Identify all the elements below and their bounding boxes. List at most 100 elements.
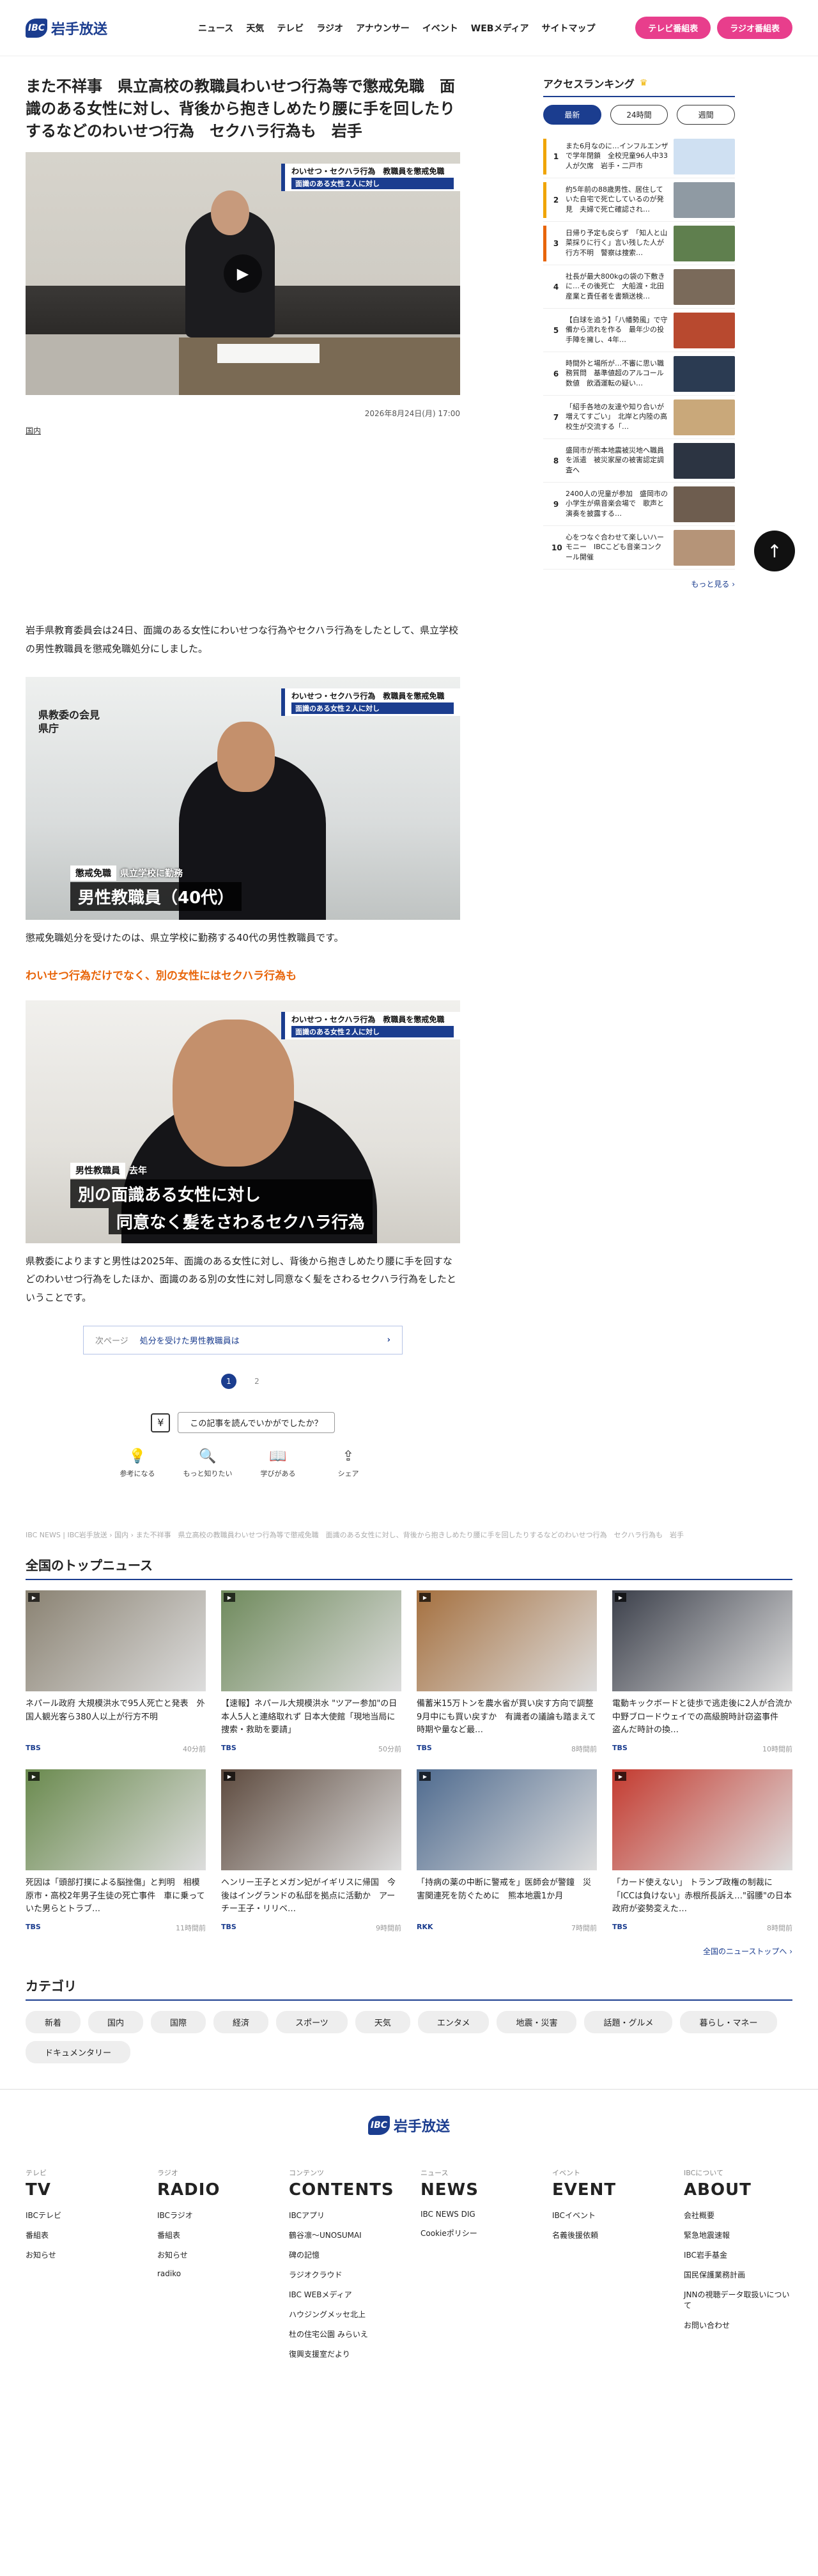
ranking-item[interactable]: 2 約5年前の88歳男性、居住していた自宅で死亡しているのが発見 夫婦で死亡確認… [543,178,735,222]
rank-number: 6 [553,369,559,378]
footer-link[interactable]: お知らせ [157,2249,266,2260]
rank-text: 約5年前の88歳男性、居住していた自宅で死亡しているのが発見 夫婦で死亡確認され… [566,185,664,214]
tv-schedule-button[interactable]: テレビ番組表 [635,17,711,39]
ranking-item[interactable]: 3 日帰り予定も戻らず 「知人と山菜採りに行く」言い残した人が行方不明 警察は捜… [543,222,735,265]
footer-link[interactable]: IBC WEBメディア [289,2289,397,2300]
logo-mark: IBC [26,18,47,38]
footer-link[interactable]: ラジオクラウド [289,2269,397,2280]
category-button[interactable]: 新着 [26,2011,81,2034]
news-card[interactable]: ▶ ネパール政府 大規模洪水で95人死亡と発表 外国人観光客ら380人以上が行方… [26,1590,206,1754]
rank-text: 【白球を追う】「八幡勢風」で守備から流れを作る 最年少の投手陣を擁し、4年… [566,315,668,345]
rank-thumbnail [674,486,735,522]
nav-sitemap[interactable]: サイトマップ [541,22,595,35]
news-card[interactable]: ▶ 死因は「頭部打撲による脳挫傷」と判明 相模原市・高校2年男子生徒の死亡事件 … [26,1769,206,1933]
footer-link[interactable]: IBCラジオ [157,2210,266,2221]
rank-bar [543,138,546,175]
footer-link[interactable]: 番組表 [26,2230,134,2240]
rank-bar [543,529,546,566]
ranking-item[interactable]: 8 盛岡市が熊本地震被災地へ職員を派遣 被災家屋の被害認定調査へ [543,439,735,483]
category-button[interactable]: 地震・災害 [497,2011,577,2034]
ranking-item[interactable]: 6 時間外と場所が…不審に思い職務質問 基準値超のアルコール数値 飲酒運転の疑い… [543,352,735,396]
rank-thumbnail [674,182,735,218]
page-2[interactable]: 2 [249,1374,265,1389]
footer-link[interactable]: IBC岩手基金 [684,2249,792,2260]
footer-link[interactable]: 緊急地震速報 [684,2230,792,2240]
news-time: 50分前 [378,1745,401,1754]
nav-webmedia[interactable]: WEBメディア [471,22,529,35]
category-button[interactable]: 話題・グルメ [584,2011,673,2034]
article-title: また不祥事 県立高校の教職員わいせつ行為等で懲戒免職 面識のある女性に対し、背後… [26,77,455,140]
tab-24h[interactable]: 24時間 [610,105,668,125]
site-logo[interactable]: IBC 岩手放送 [26,18,141,38]
nav-announcer[interactable]: アナウンサー [356,22,410,35]
footer-link[interactable]: IBCアプリ [289,2210,397,2221]
next-page-link[interactable]: 次ページ 処分を受けた男性教職員は › [83,1326,403,1355]
nav-radio[interactable]: ラジオ [316,22,343,35]
news-card[interactable]: ▶ ヘンリー王子とメガン妃がイギリスに帰国 今後はイングランドの私邸を拠点に活動… [221,1769,401,1933]
footer-link[interactable]: 復興支援室だより [289,2348,397,2359]
ranking-item[interactable]: 1 また6月なのに…インフルエンザで学年閉鎖 全校児童96人中33人が欠席 岩手… [543,135,735,178]
nav-tv[interactable]: テレビ [277,22,304,35]
news-source: TBS [26,1923,41,1932]
ranking-more-link[interactable]: もっと見る › [543,578,735,589]
footer-link[interactable]: IBC NEWS DIG [421,2210,529,2219]
page-1[interactable]: 1 [221,1374,236,1390]
footer-link[interactable]: 番組表 [157,2230,266,2240]
ranking-item[interactable]: 9 2400人の児童が参加 盛岡市の小学生が県音楽会場で 歌声と演奏を披露する… [543,483,735,526]
ranking-item[interactable]: 10 心をつなぐ合わせて楽しいハーモニー IBCこども音楽コンクール開催 [543,526,735,570]
news-card[interactable]: ▶ 【速報】ネパール大規模洪水 "ツアー参加"の日本人5人と連絡取れず 日本大使… [221,1590,401,1754]
nav-news[interactable]: ニュース [198,22,233,35]
article-video[interactable]: わいせつ・セクハラ行為 教職員を懲戒免職 面識のある女性２人に対し ▶ [26,152,460,396]
all-news-link[interactable]: 全国のニューストップへ › [26,1946,792,1957]
reaction-learn-button[interactable]: 📖 学びがある [252,1448,304,1478]
footer-link[interactable]: 鶴谷凛～UNOSUMAI [289,2230,397,2240]
nav-weather[interactable]: 天気 [246,22,264,35]
play-icon[interactable]: ▶ [224,254,262,293]
footer-link[interactable]: Cookieポリシー [421,2228,529,2238]
article-category-link[interactable]: 国内 [26,425,41,436]
category-button[interactable]: 暮らし・マネー [680,2011,777,2034]
nav-event[interactable]: イベント [422,22,458,35]
breadcrumb[interactable]: IBC NEWS | IBC岩手放送 › 国内 › また不祥事 県立高校の教職員… [26,1530,792,1540]
footer-link[interactable]: JNNの視聴データ取扱いについて [684,2289,792,2311]
ranking-item[interactable]: 7 「紹手各地の友達や知り合いが増えてすごい」 北岸と内陸の高校生が交流する「… [543,396,735,439]
footer-link[interactable]: 国民保護業務計画 [684,2269,792,2280]
footer-link[interactable]: お知らせ [26,2249,134,2260]
footer-link[interactable]: ハウジングメッセ北上 [289,2309,397,2320]
category-button[interactable]: 天気 [355,2011,410,2034]
article-main: また不祥事 県立高校の教職員わいせつ行為等で懲戒免職 面識のある女性に対し、背後… [26,75,460,1510]
radio-schedule-button[interactable]: ラジオ番組表 [717,17,792,39]
news-card[interactable]: ▶ 備蓄米15万トンを農水省が買い戻す方向で調整 9月中にも買い戻すか 有識者の… [417,1590,597,1754]
category-button[interactable]: 経済 [213,2011,269,2034]
category-button[interactable]: エンタメ [417,2011,490,2034]
tab-latest[interactable]: 最新 [543,105,601,125]
reaction-helpful-button[interactable]: 💡 参考になる [112,1448,163,1478]
news-card[interactable]: ▶ 「持病の薬の中断に警戒を」医師会が警鐘 災害関連死を防ぐために 熊本地震1か… [417,1769,597,1933]
back-to-top-button[interactable]: ↑ [754,531,795,571]
news-thumbnail: ▶ [221,1769,401,1871]
feedback-icon: ¥ [151,1413,171,1432]
category-button[interactable]: ドキュメンタリー [26,2041,131,2064]
category-button[interactable]: スポーツ [276,2011,348,2034]
news-card[interactable]: ▶ 電動キックボードと徒歩で逃走後に2人が合流か 中野ブロードウェイでの高級腕時… [612,1590,792,1754]
reaction-more-button[interactable]: 🔍 もっと知りたい [182,1448,233,1478]
footer-link[interactable]: IBCテレビ [26,2210,134,2221]
rank-text: 「紹手各地の友達や知り合いが増えてすごい」 北岸と内陸の高校生が交流する「… [566,402,667,431]
article-paragraph-1: 岩手県教育委員会は24日、面識のある女性にわいせつな行為やセクハラ行為をしたとし… [26,625,459,655]
footer-link[interactable]: 名義後援依頼 [552,2230,661,2240]
category-button[interactable]: 国際 [151,2011,206,2034]
share-button[interactable]: ⇪ シェア [323,1448,374,1478]
tab-weekly[interactable]: 週間 [677,105,736,125]
footer-logo[interactable]: IBC 岩手放送 [0,2115,818,2136]
ranking-item[interactable]: 5 【白球を追う】「八幡勢風」で守備から流れを作る 最年少の投手陣を擁し、4年… [543,309,735,352]
news-card[interactable]: ▶ 「カード使えない」 トランプ政権の制裁に「ICCは負けない」赤根所長訴え…"… [612,1769,792,1933]
footer-link[interactable]: 杜の住宅公園 みらいえ [289,2329,397,2339]
footer-link[interactable]: 会社概要 [684,2210,792,2221]
footer-link[interactable]: IBCイベント [552,2210,661,2221]
category-button[interactable]: 国内 [88,2011,144,2034]
rank-text: 心をつなぐ合わせて楽しいハーモニー IBCこども音楽コンクール開催 [566,532,664,562]
footer-link[interactable]: お問い合わせ [684,2320,792,2331]
ranking-item[interactable]: 4 社長が最大800kgの袋の下敷きに…その後死亡 大船渡・北田産業と責任者を書… [543,265,735,309]
footer-link[interactable]: radiko [157,2269,266,2278]
footer-link[interactable]: 碑の記憶 [289,2249,397,2260]
